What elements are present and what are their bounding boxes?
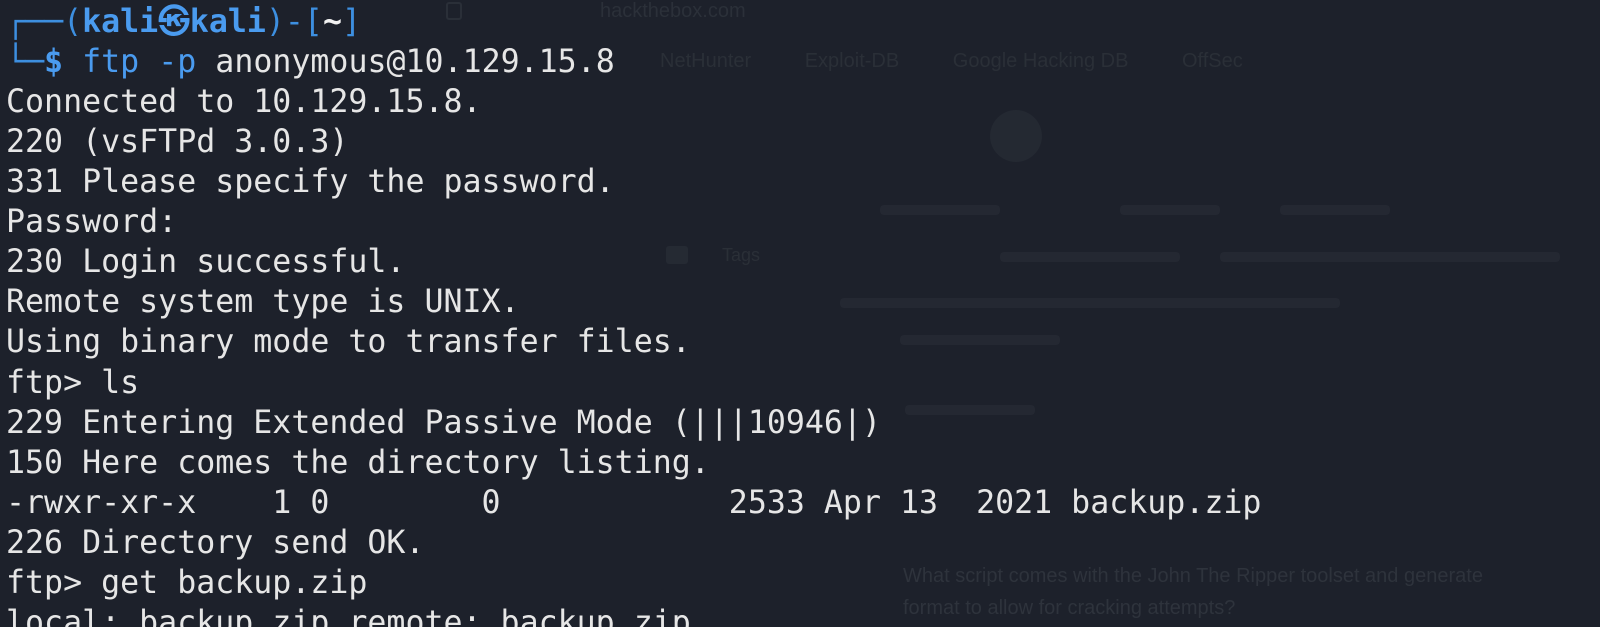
prompt-host: kali — [189, 4, 266, 40]
command-name: ftp — [82, 44, 140, 80]
prompt-separator: ㉿ — [158, 4, 190, 40]
command-argument: anonymous@10.129.15.8 — [215, 44, 615, 80]
prompt-open: ┌──( — [6, 4, 83, 40]
output-line: 220 (vsFTPd 3.0.3) — [6, 124, 349, 160]
screen: hackthebox.com NetHunter Exploit-DB Goog… — [0, 0, 1600, 627]
prompt-corner: └─ — [6, 44, 45, 80]
prompt-cwd: ~ — [322, 4, 342, 40]
output-line: Remote system type is UNIX. — [6, 284, 520, 320]
output-line: -rwxr-xr-x 1 0 0 2533 Apr 13 2021 backup… — [6, 485, 1262, 521]
terminal-output[interactable]: ┌──(kali㉿kali)-[~] └─$ ftp -p anonymous@… — [0, 0, 1600, 627]
command-flag: -p — [158, 44, 197, 80]
output-line: Password: — [6, 204, 178, 240]
output-line: Connected to 10.129.15.8. — [6, 84, 482, 120]
output-line: 150 Here comes the directory listing. — [6, 445, 710, 481]
output-line: ftp> get backup.zip — [6, 565, 368, 601]
output-line: 331 Please specify the password. — [6, 164, 615, 200]
prompt-user: kali — [82, 4, 159, 40]
output-line: 226 Directory send OK. — [6, 525, 425, 561]
output-line: 229 Entering Extended Passive Mode (|||1… — [6, 405, 881, 441]
prompt-close: ] — [342, 4, 362, 40]
output-line: ftp> ls — [6, 365, 140, 401]
output-line: 230 Login successful. — [6, 244, 406, 280]
prompt-header: ┌──(kali㉿kali)-[~] — [6, 2, 361, 42]
prompt-dollar: $ — [44, 44, 64, 80]
prompt-command-line: └─$ ftp -p anonymous@10.129.15.8 — [6, 42, 615, 82]
output-line-cut: local: backup.zip remote: backup.zip — [6, 605, 691, 627]
output-line: Using binary mode to transfer files. — [6, 324, 691, 360]
prompt-mid: )-[ — [265, 4, 323, 40]
